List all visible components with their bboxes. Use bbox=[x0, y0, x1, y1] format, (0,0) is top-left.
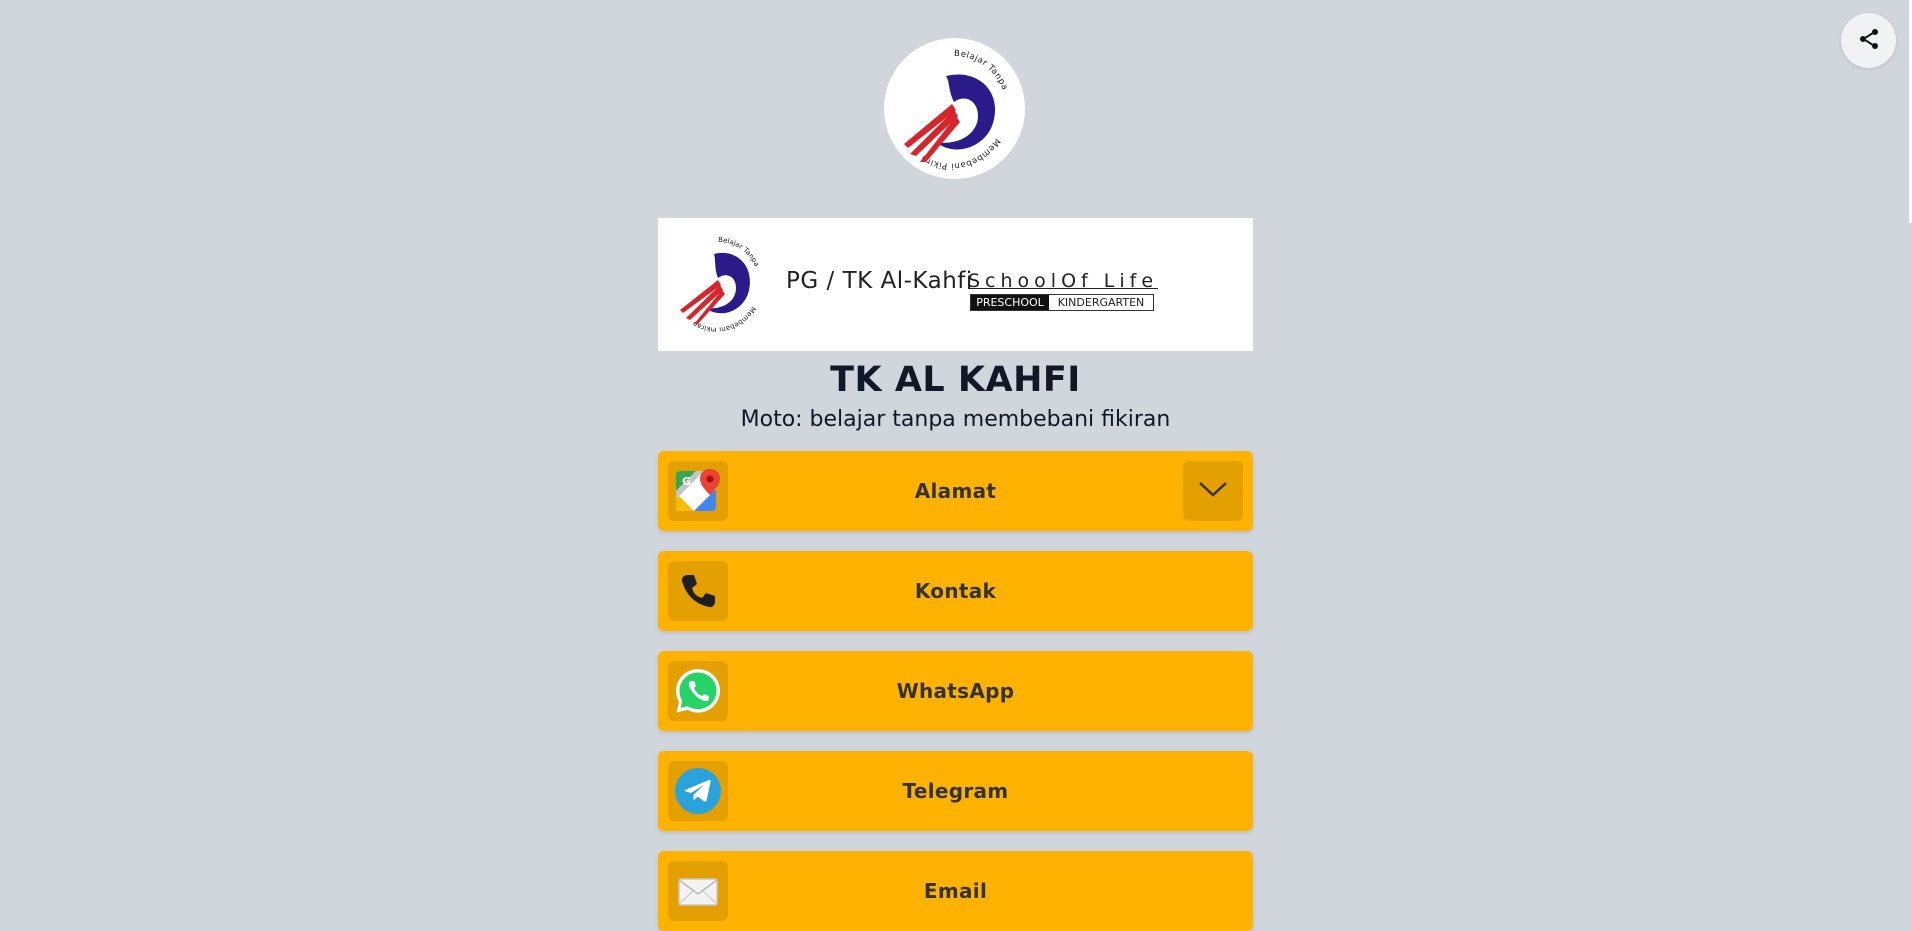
banner-school-name: PG / TK Al-Kahfi bbox=[786, 268, 973, 294]
share-icon bbox=[1857, 27, 1881, 55]
link-button-email[interactable]: Email bbox=[658, 851, 1253, 931]
link-button-telegram[interactable]: Telegram bbox=[658, 751, 1253, 831]
banner-tagline: SchoolOf Life bbox=[968, 270, 1159, 292]
link-button-kontak[interactable]: Kontak bbox=[658, 551, 1253, 631]
link-label: Telegram bbox=[902, 779, 1009, 803]
tag-kindergarten: KINDERGARTEN bbox=[1057, 296, 1145, 309]
chevron-down-icon bbox=[1197, 479, 1229, 503]
banner-logo-icon: Belajar Tanpa Membebani Pikiran bbox=[680, 236, 761, 332]
school-banner: Belajar Tanpa Membebani Pikiran PG / TK … bbox=[658, 218, 1253, 351]
expand-toggle[interactable] bbox=[1183, 461, 1243, 521]
link-label: WhatsApp bbox=[896, 679, 1015, 703]
link-label: Alamat bbox=[914, 479, 997, 503]
school-logo-icon: Belajar Tanpa Membebani Pikiran bbox=[884, 38, 1009, 171]
link-button-whatsapp[interactable]: WhatsApp bbox=[658, 651, 1253, 731]
share-button[interactable] bbox=[1841, 13, 1896, 68]
profile-avatar: Belajar Tanpa Membebani Pikiran bbox=[884, 38, 1025, 179]
banner-tags: PRESCHOOL KINDERGARTEN bbox=[970, 294, 1154, 311]
tag-preschool: PRESCHOOL bbox=[971, 295, 1049, 310]
scrollbar-track[interactable] bbox=[1908, 0, 1912, 931]
link-label: Email bbox=[923, 879, 988, 903]
link-label: Kontak bbox=[914, 579, 997, 603]
page-title: TK AL KAHFI bbox=[830, 360, 1081, 400]
link-button-alamat[interactable]: G Alamat bbox=[658, 451, 1253, 531]
page-subtitle: Moto: belajar tanpa membebani fikiran bbox=[740, 407, 1171, 432]
